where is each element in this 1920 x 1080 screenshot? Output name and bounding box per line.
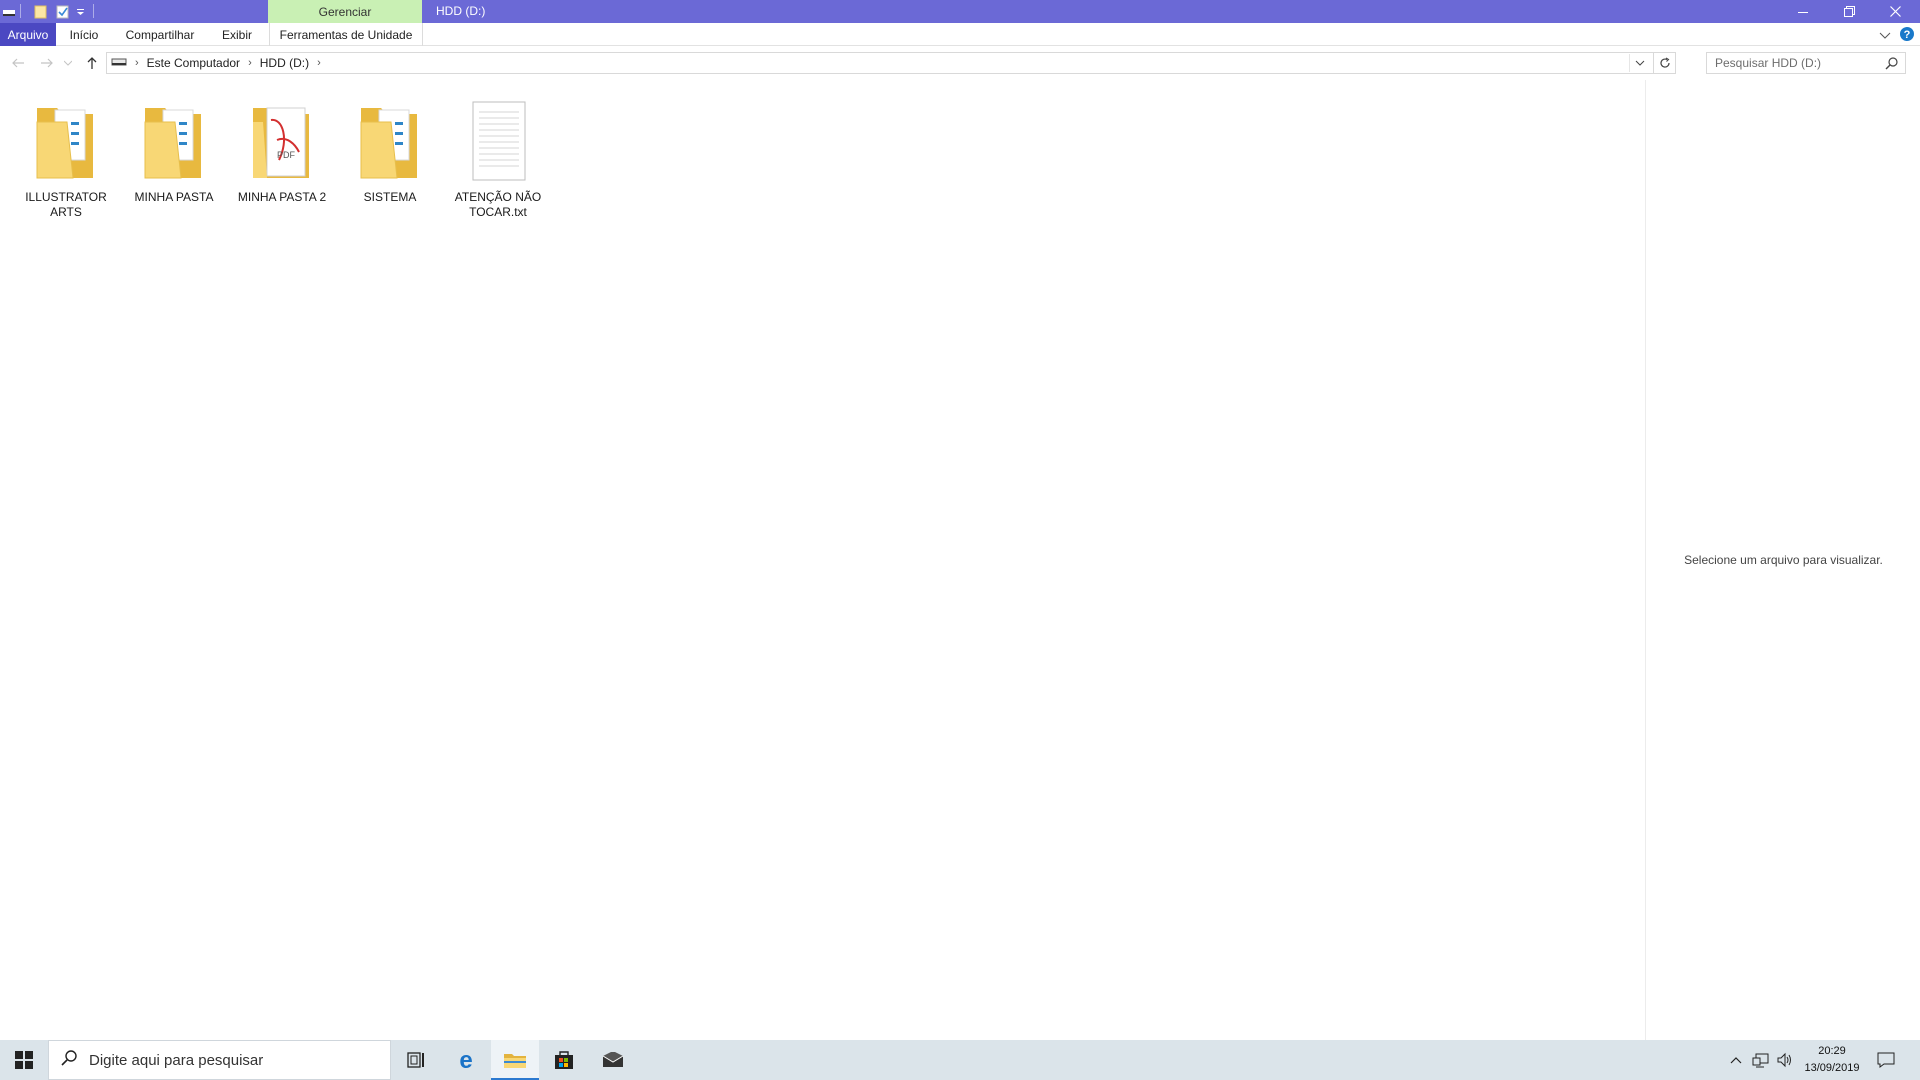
clock-time: 20:29 bbox=[1818, 1045, 1846, 1057]
start-button[interactable] bbox=[0, 1040, 48, 1080]
edge-icon[interactable]: e bbox=[442, 1040, 490, 1080]
item-label: ATENÇÃO NÃO TOCAR.txt bbox=[454, 190, 542, 219]
svg-text:e: e bbox=[459, 1049, 472, 1071]
file-list[interactable]: ILLUSTRATOR ARTS MINHA PASTA PDF MINHA P… bbox=[0, 80, 1645, 1040]
new-folder-icon[interactable] bbox=[56, 3, 69, 20]
restore-button[interactable] bbox=[1826, 0, 1872, 23]
tab-home[interactable]: Início bbox=[60, 23, 108, 46]
clock-date: 13/09/2019 bbox=[1804, 1062, 1860, 1074]
tab-manage-context[interactable]: Gerenciar bbox=[268, 0, 422, 23]
file-explorer-icon[interactable] bbox=[491, 1040, 539, 1080]
item-label: MINHA PASTA bbox=[134, 190, 214, 204]
search-icon bbox=[61, 1049, 77, 1071]
search-input[interactable] bbox=[1715, 56, 1875, 70]
system-clock[interactable]: 20:29 13/09/2019 bbox=[1792, 1043, 1872, 1077]
folder-item-sistema[interactable]: SISTEMA bbox=[340, 94, 440, 205]
drive-icon[interactable] bbox=[2, 3, 16, 20]
drive-icon bbox=[111, 54, 127, 72]
preview-message: Selecione um arquivo para visualizar. bbox=[1684, 553, 1883, 567]
search-icon[interactable] bbox=[1885, 56, 1899, 75]
tab-view[interactable]: Exibir bbox=[212, 23, 262, 46]
chevron-right-icon[interactable]: › bbox=[135, 57, 139, 69]
address-dropdown-button[interactable] bbox=[1629, 54, 1649, 72]
folder-pdf-icon: PDF bbox=[232, 94, 332, 190]
notifications-icon[interactable] bbox=[1866, 1040, 1906, 1080]
file-item-atencao-nao-tocar[interactable]: ATENÇÃO NÃO TOCAR.txt bbox=[448, 94, 548, 220]
task-view-icon[interactable] bbox=[392, 1040, 440, 1080]
folder-item-illustrator-arts[interactable]: ILLUSTRATOR ARTS bbox=[16, 94, 116, 220]
forward-button[interactable] bbox=[37, 54, 57, 72]
refresh-button[interactable] bbox=[1653, 53, 1675, 73]
recent-locations-button[interactable] bbox=[62, 54, 74, 72]
store-icon[interactable] bbox=[540, 1040, 588, 1080]
folder-icon bbox=[16, 94, 116, 190]
folder-icon bbox=[340, 94, 440, 190]
breadcrumb-hdd[interactable]: HDD (D:) bbox=[260, 56, 309, 70]
taskbar-search[interactable]: Digite aqui para pesquisar bbox=[48, 1040, 391, 1080]
up-button[interactable] bbox=[82, 54, 102, 72]
chevron-right-icon[interactable]: › bbox=[248, 57, 252, 69]
breadcrumb-this-pc[interactable]: Este Computador bbox=[147, 56, 240, 70]
mail-icon[interactable] bbox=[589, 1040, 637, 1080]
close-button[interactable] bbox=[1872, 0, 1918, 23]
title-bar: Gerenciar HDD (D:) bbox=[0, 0, 1920, 23]
window-title: HDD (D:) bbox=[436, 4, 486, 18]
qat-separator bbox=[20, 4, 21, 18]
minimize-button[interactable] bbox=[1780, 0, 1826, 23]
network-icon[interactable] bbox=[1750, 1040, 1772, 1080]
address-bar[interactable]: › Este Computador › HDD (D:) › bbox=[106, 52, 1676, 74]
preview-pane: Selecione um arquivo para visualizar. bbox=[1645, 80, 1920, 1040]
ribbon-tabs: Arquivo Início Compartilhar Exibir Ferra… bbox=[0, 23, 1920, 46]
folder-item-minha-pasta[interactable]: MINHA PASTA bbox=[124, 94, 224, 205]
svg-text:?: ? bbox=[1904, 29, 1911, 41]
address-row: › Este Computador › HDD (D:) › bbox=[0, 46, 1920, 80]
help-icon[interactable]: ? bbox=[1899, 26, 1915, 47]
svg-text:PDF: PDF bbox=[277, 150, 296, 160]
text-file-icon bbox=[448, 94, 548, 190]
folder-item-minha-pasta-2[interactable]: PDF MINHA PASTA 2 bbox=[232, 94, 332, 205]
taskbar: Digite aqui para pesquisar e 20:29 13/09… bbox=[0, 1040, 1920, 1080]
customize-qat-icon[interactable] bbox=[76, 3, 86, 20]
chevron-right-icon[interactable]: › bbox=[317, 57, 321, 69]
qat-separator bbox=[93, 4, 94, 18]
item-label: MINHA PASTA 2 bbox=[237, 190, 327, 204]
item-label: SISTEMA bbox=[363, 190, 417, 204]
item-label: ILLUSTRATOR ARTS bbox=[25, 190, 107, 219]
expand-ribbon-icon[interactable] bbox=[1879, 28, 1891, 46]
search-box[interactable] bbox=[1706, 52, 1906, 74]
back-button[interactable] bbox=[8, 54, 28, 72]
tab-file[interactable]: Arquivo bbox=[0, 23, 56, 46]
folder-icon bbox=[124, 94, 224, 190]
taskbar-search-placeholder: Digite aqui para pesquisar bbox=[89, 1051, 264, 1069]
show-hidden-icons-chevron-icon[interactable] bbox=[1726, 1040, 1746, 1080]
tab-share[interactable]: Compartilhar bbox=[118, 23, 202, 46]
tab-drive-tools[interactable]: Ferramentas de Unidade bbox=[269, 23, 423, 46]
properties-icon[interactable] bbox=[34, 3, 47, 20]
